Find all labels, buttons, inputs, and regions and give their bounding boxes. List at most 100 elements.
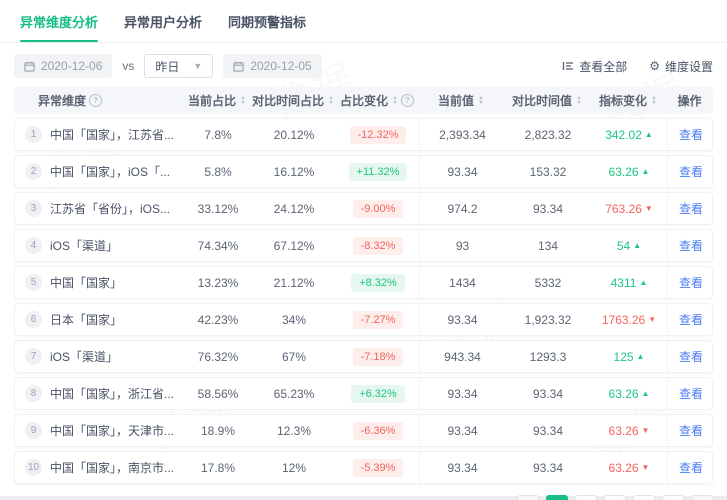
prev-page-button[interactable]: ‹: [517, 495, 539, 500]
current-value-cell: 93: [419, 230, 505, 261]
ratio-change-cell: -12.32%: [337, 119, 419, 150]
dimension-cell: 2 中国「国家」，iOS「...: [15, 156, 185, 187]
sort-icon[interactable]: ▲ ▼: [478, 95, 484, 105]
action-cell: 查看: [667, 193, 714, 224]
dimension-settings-button[interactable]: ⚙ 维度设置: [649, 58, 713, 75]
current-ratio-cell: 33.12%: [197, 201, 239, 216]
sort-icon[interactable]: ▲ ▼: [651, 95, 657, 105]
view-detail-button[interactable]: 查看: [679, 348, 703, 365]
current-ratio-cell: 76.32%: [197, 349, 239, 364]
sort-icon[interactable]: ▲ ▼: [240, 95, 246, 105]
metric-change-value: 63.26: [608, 423, 639, 438]
ratio-change-badge: +11.32%: [348, 162, 408, 181]
action-cell: 查看: [667, 230, 714, 261]
col-header-dimension[interactable]: 异常维度 ?: [14, 92, 184, 109]
sort-icon[interactable]: ▲ ▼: [392, 95, 398, 105]
col-header-current-value[interactable]: 当前值 ▲ ▼: [418, 92, 504, 109]
view-detail-button[interactable]: 查看: [679, 459, 703, 476]
info-icon: ?: [400, 94, 414, 107]
current-ratio-cell: 18.9%: [200, 423, 236, 438]
trend-arrow-icon: ▲: [633, 241, 642, 250]
vs-label: vs: [122, 59, 135, 73]
ratio-change-badge: -7.27%: [352, 310, 404, 329]
list-icon: [562, 60, 574, 72]
col-header-actions: 操作: [666, 92, 713, 109]
current-ratio-cell: 42.23%: [197, 312, 239, 327]
view-detail-button[interactable]: 查看: [679, 200, 703, 217]
trend-arrow-icon: ▲: [639, 278, 648, 287]
col-header-label: 指标变化: [599, 94, 648, 108]
table-header-row: 异常维度 ? 当前占比 ▲ ▼ 对比时间占比 ▲ ▼ 占比变化 ▲ ▼ ? 当前值 ▲…: [14, 87, 713, 114]
view-detail-button[interactable]: 查看: [679, 385, 703, 402]
current-value-cell: 2,393.34: [419, 119, 505, 150]
sort-icon[interactable]: ▲ ▼: [328, 95, 334, 105]
metric-change-cell: 4311 ▲: [591, 267, 667, 298]
page-button-4[interactable]: 4: [633, 495, 655, 500]
rank-badge: 8: [25, 385, 42, 402]
metric-change: 63.26 ▲: [609, 387, 650, 401]
end-date-picker[interactable]: 2020-12-05: [223, 54, 322, 78]
table-row: 8 中国「国家」，浙江省... 58.56% 65.23% +6.32% 93.…: [14, 377, 713, 410]
next-page-button[interactable]: ›: [691, 495, 713, 500]
action-cell: 查看: [667, 341, 714, 372]
metric-change: 763.26 ▼: [605, 202, 653, 216]
col-header-metric-change[interactable]: 指标变化 ▲ ▼: [590, 92, 666, 109]
col-header-compare-ratio[interactable]: 对比时间占比 ▲ ▼: [250, 92, 336, 109]
tab-anomaly-dimension[interactable]: 异常维度分析: [20, 12, 99, 42]
col-header-ratio-change[interactable]: 占比变化 ▲ ▼ ?: [336, 92, 418, 109]
compare-value-cell: 2,823.32: [524, 127, 572, 142]
current-value-cell: 93.34: [419, 378, 505, 409]
dimension-cell: 7 iOS「渠道」: [15, 341, 185, 372]
page-button-5[interactable]: 5: [662, 495, 684, 500]
compare-ratio-cell: 67%: [281, 349, 307, 364]
metric-change-value: 342.02: [605, 127, 642, 142]
col-header-compare-value[interactable]: 对比时间值 ▲ ▼: [504, 92, 590, 109]
table-body: 1 中国「国家」，江苏省... 7.8% 20.12% -12.32% 2,39…: [14, 118, 713, 484]
metric-change-value: 54: [616, 238, 631, 253]
dimension-label: 中国「国家」，天津市...: [50, 424, 175, 438]
table-row: 9 中国「国家」，天津市... 18.9% 12.3% -6.36% 93.34…: [14, 414, 713, 447]
metric-change-value: 1763.26: [601, 312, 646, 327]
view-detail-button[interactable]: 查看: [679, 422, 703, 439]
col-header-label: 对比时间值: [512, 94, 573, 108]
page-button-3[interactable]: 3: [604, 495, 626, 500]
compare-period-value: 昨日: [155, 59, 180, 74]
trend-arrow-icon: ▲: [641, 389, 650, 398]
calendar-icon: [233, 61, 244, 72]
sort-icon[interactable]: ▲ ▼: [576, 95, 582, 105]
metric-change-cell: 54 ▲: [591, 230, 667, 261]
view-detail-button[interactable]: 查看: [679, 274, 703, 291]
ratio-change-cell: -7.18%: [337, 341, 419, 372]
compare-ratio-cell: 12.3%: [276, 423, 312, 438]
anomaly-table: 异常维度 ? 当前占比 ▲ ▼ 对比时间占比 ▲ ▼ 占比变化 ▲ ▼ ? 当前值 ▲…: [0, 87, 727, 484]
tab-period-warning-metrics[interactable]: 同期预警指标: [228, 12, 306, 42]
ratio-change-badge: -12.32%: [349, 125, 407, 144]
view-all-button[interactable]: 查看全部: [562, 58, 627, 75]
compare-ratio-cell: 21.12%: [273, 275, 315, 290]
page-button-1[interactable]: 1: [546, 495, 568, 500]
dimension-cell: 8 中国「国家」，浙江省...: [15, 378, 185, 409]
current-value-cell: 1434: [419, 267, 505, 298]
page-button-2[interactable]: 2: [575, 495, 597, 500]
compare-value-cell: 5332: [534, 275, 562, 290]
rank-badge: 3: [25, 200, 42, 217]
ratio-change-badge: -5.39%: [352, 458, 404, 477]
tab-anomaly-users[interactable]: 异常用户分析: [124, 12, 202, 42]
view-detail-button[interactable]: 查看: [679, 311, 703, 328]
view-detail-button[interactable]: 查看: [679, 237, 703, 254]
view-detail-button[interactable]: 查看: [679, 163, 703, 180]
ratio-change-cell: +6.32%: [337, 378, 419, 409]
compare-value-cell: 153.32: [529, 164, 567, 179]
start-date-picker[interactable]: 2020-12-06: [14, 54, 113, 78]
table-row: 7 iOS「渠道」 76.32% 67% -7.18% 943.34 1293.…: [14, 340, 713, 373]
dimension-label: 中国「国家」: [50, 276, 123, 290]
metric-change: 125 ▲: [614, 350, 645, 364]
rank-badge: 1: [25, 126, 42, 143]
start-date-value: 2020-12-06: [41, 59, 103, 73]
view-detail-button[interactable]: 查看: [679, 126, 703, 143]
compare-ratio-cell: 34%: [281, 312, 307, 327]
compare-value-cell: 93.34: [532, 386, 564, 401]
compare-period-select[interactable]: 昨日 ▼: [144, 54, 214, 78]
col-header-current-ratio[interactable]: 当前占比 ▲ ▼: [184, 92, 250, 109]
compare-value-cell: 93.34: [532, 423, 564, 438]
